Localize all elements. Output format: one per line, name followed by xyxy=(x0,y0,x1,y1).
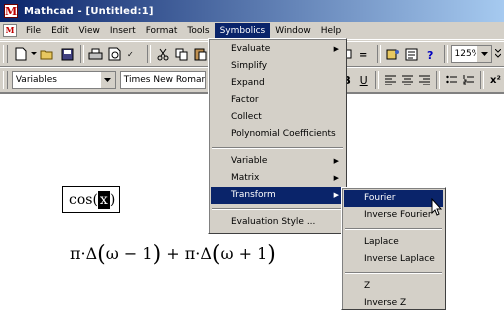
help-icon[interactable]: ? xyxy=(422,45,440,63)
svg-text:?: ? xyxy=(427,49,433,61)
document-icon[interactable]: M xyxy=(3,24,17,37)
menu-item-inverse-z[interactable]: Inverse Z xyxy=(344,295,443,312)
menu-file[interactable]: File xyxy=(21,23,46,38)
menu-edit[interactable]: Edit xyxy=(46,23,73,38)
resource-center-icon[interactable] xyxy=(403,45,421,63)
chevron-down-icon[interactable] xyxy=(99,72,115,88)
menu-item-variable[interactable]: Variable ▶ xyxy=(211,153,344,170)
bullets-icon[interactable] xyxy=(443,71,460,89)
svg-text:=: = xyxy=(359,50,367,60)
menu-insert[interactable]: Insert xyxy=(105,23,141,38)
submenu-arrow-icon: ▶ xyxy=(333,174,339,182)
toolbar-grip[interactable] xyxy=(3,45,8,63)
align-right-icon[interactable] xyxy=(416,71,433,89)
print-icon[interactable] xyxy=(87,45,105,63)
calculate-icon[interactable]: = xyxy=(355,45,373,63)
style-value: Variables xyxy=(15,75,57,85)
copy-icon[interactable] xyxy=(173,45,191,63)
result-term-4: ω + 1 xyxy=(220,244,268,263)
superscript-button[interactable]: x² xyxy=(487,71,504,89)
result-term-3: + π·Δ xyxy=(161,244,212,263)
menu-window[interactable]: Window xyxy=(270,23,316,38)
menu-separator xyxy=(345,228,442,230)
menu-item-inverse-laplace[interactable]: Inverse Laplace xyxy=(344,251,443,268)
print-preview-icon[interactable] xyxy=(106,45,124,63)
math-region-result[interactable]: π·Δ(ω − 1) + π·Δ(ω + 1) xyxy=(70,242,276,267)
menu-item-polynomial-coefficients[interactable]: Polynomial Coefficients xyxy=(211,126,344,143)
window-title: Mathcad - [Untitled:1] xyxy=(24,5,154,17)
symbolics-menu: Evaluate ▶ Simplify Expand Factor Collec… xyxy=(208,38,347,234)
open-folder-icon[interactable] xyxy=(39,45,57,63)
toolbar-overflow-icon[interactable] xyxy=(492,45,503,63)
math-region-expression[interactable]: cos(x) xyxy=(62,186,120,213)
menu-item-collect[interactable]: Collect xyxy=(211,109,344,126)
chevron-down-icon[interactable] xyxy=(476,46,492,62)
zoom-combo[interactable]: 125% xyxy=(450,45,493,63)
new-dropdown-icon[interactable] xyxy=(31,45,38,63)
numbering-icon[interactable] xyxy=(460,71,477,89)
menu-item-matrix[interactable]: Matrix ▶ xyxy=(211,170,344,187)
spell-check-icon[interactable]: ✓ xyxy=(125,45,143,63)
save-disk-icon[interactable] xyxy=(58,45,76,63)
component-wizard-icon[interactable] xyxy=(384,45,402,63)
menu-tools[interactable]: Tools xyxy=(182,23,214,38)
align-center-icon[interactable] xyxy=(399,71,416,89)
font-value: Times New Roman xyxy=(123,75,205,85)
menu-item-fourier[interactable]: Fourier xyxy=(344,190,443,207)
expression-close-paren: ) xyxy=(109,191,116,208)
menu-view[interactable]: View xyxy=(74,23,105,38)
svg-text:✓: ✓ xyxy=(127,50,134,59)
toolbar-grip[interactable] xyxy=(3,71,8,89)
menu-item-factor[interactable]: Factor xyxy=(211,92,344,109)
menu-separator xyxy=(212,147,343,149)
menu-item-transform[interactable]: Transform ▶ xyxy=(211,187,344,204)
submenu-arrow-icon: ▶ xyxy=(333,191,339,199)
title-bar: M Mathcad - [Untitled:1] xyxy=(0,0,504,22)
result-term-2: ω − 1 xyxy=(105,244,153,263)
style-combo[interactable]: Variables xyxy=(11,71,116,89)
menu-format[interactable]: Format xyxy=(141,23,183,38)
cut-icon[interactable] xyxy=(154,45,172,63)
menu-item-evaluation-style[interactable]: Evaluation Style ... xyxy=(211,214,344,231)
menu-help[interactable]: Help xyxy=(316,23,347,38)
menu-item-z[interactable]: Z xyxy=(344,278,443,295)
result-term-1: π·Δ xyxy=(70,244,98,263)
underline-button[interactable]: U xyxy=(355,71,372,89)
new-document-icon[interactable] xyxy=(12,45,30,63)
menu-item-inverse-fourier[interactable]: Inverse Fourier xyxy=(344,207,443,224)
align-left-icon[interactable] xyxy=(382,71,399,89)
mouse-pointer-icon xyxy=(431,198,443,216)
menu-item-expand[interactable]: Expand xyxy=(211,75,344,92)
menu-item-simplify[interactable]: Simplify xyxy=(211,58,344,75)
selected-variable[interactable]: x xyxy=(97,190,110,209)
submenu-arrow-icon: ▶ xyxy=(333,45,339,53)
menu-item-evaluate[interactable]: Evaluate ▶ xyxy=(211,41,344,58)
mathcad-app-icon[interactable]: M xyxy=(4,4,18,18)
menu-symbolics[interactable]: Symbolics xyxy=(214,23,271,38)
menu-separator xyxy=(345,272,442,274)
menu-separator xyxy=(212,208,343,210)
expression-function: cos( xyxy=(69,191,98,208)
font-combo[interactable]: Times New Roman xyxy=(119,71,206,89)
menu-item-laplace[interactable]: Laplace xyxy=(344,234,443,251)
submenu-arrow-icon: ▶ xyxy=(333,157,339,165)
